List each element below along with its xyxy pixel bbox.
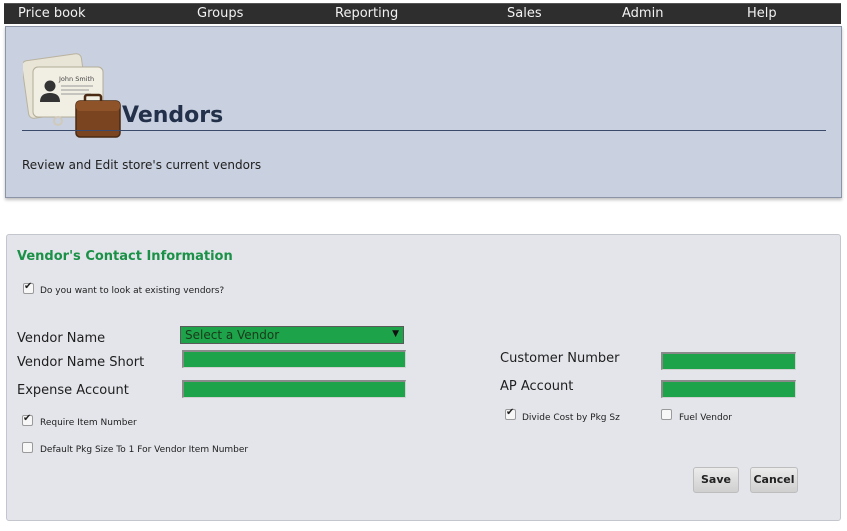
cancel-button[interactable]: Cancel	[750, 467, 798, 493]
vendor-name-short-input[interactable]	[182, 350, 406, 368]
page-header: John Smith Vendors Review and Edit store…	[5, 26, 842, 198]
nav-item-sales[interactable]: Sales	[507, 6, 542, 22]
page-subtitle: Review and Edit store's current vendors	[22, 158, 262, 172]
card-name-text: John Smith	[58, 75, 94, 83]
header-divider	[22, 130, 826, 131]
require-item-number-checkbox[interactable]	[22, 413, 33, 426]
customer-number-label: Customer Number	[500, 351, 620, 366]
divide-cost-checkbox[interactable]	[505, 407, 516, 420]
section-title: Vendor's Contact Information	[17, 249, 233, 264]
vendor-cards-briefcase-icon: John Smith	[21, 53, 123, 153]
divide-cost-label: Divide Cost by Pkg Sz	[522, 413, 620, 423]
nav-item-reporting[interactable]: Reporting	[335, 6, 398, 22]
existing-vendors-checkbox[interactable]	[23, 281, 34, 294]
nav-item-price-book[interactable]: Price book	[18, 6, 86, 22]
vendor-name-label: Vendor Name	[17, 331, 106, 346]
vendor-select-value: Select a Vendor	[185, 328, 280, 342]
default-pkg-size-label: Default Pkg Size To 1 For Vendor Item Nu…	[40, 445, 249, 455]
require-item-number-label: Require Item Number	[40, 418, 137, 428]
nav-item-groups[interactable]: Groups	[197, 6, 243, 22]
vendor-select[interactable]: Select a Vendor ▼	[180, 326, 404, 344]
fuel-vendor-label: Fuel Vendor	[679, 413, 732, 423]
default-pkg-size-checkbox[interactable]	[22, 442, 33, 453]
ap-account-input[interactable]	[661, 380, 796, 398]
expense-account-label: Expense Account	[17, 383, 129, 398]
save-button[interactable]: Save	[693, 467, 739, 493]
dropdown-arrow-icon: ▼	[392, 329, 399, 339]
nav-item-admin[interactable]: Admin	[622, 6, 663, 22]
fuel-vendor-checkbox[interactable]	[661, 409, 672, 420]
top-nav: Price book Groups Reporting Sales Admin …	[4, 3, 841, 24]
vendor-name-short-label: Vendor Name Short	[17, 355, 145, 370]
customer-number-input[interactable]	[661, 352, 796, 370]
expense-account-input[interactable]	[182, 380, 406, 398]
vendor-contact-panel: Vendor's Contact Information Do you want…	[6, 234, 841, 521]
nav-item-help[interactable]: Help	[747, 6, 777, 22]
page-title: Vendors	[122, 103, 224, 128]
ap-account-label: AP Account	[500, 379, 574, 394]
existing-vendors-label: Do you want to look at existing vendors?	[40, 286, 225, 296]
